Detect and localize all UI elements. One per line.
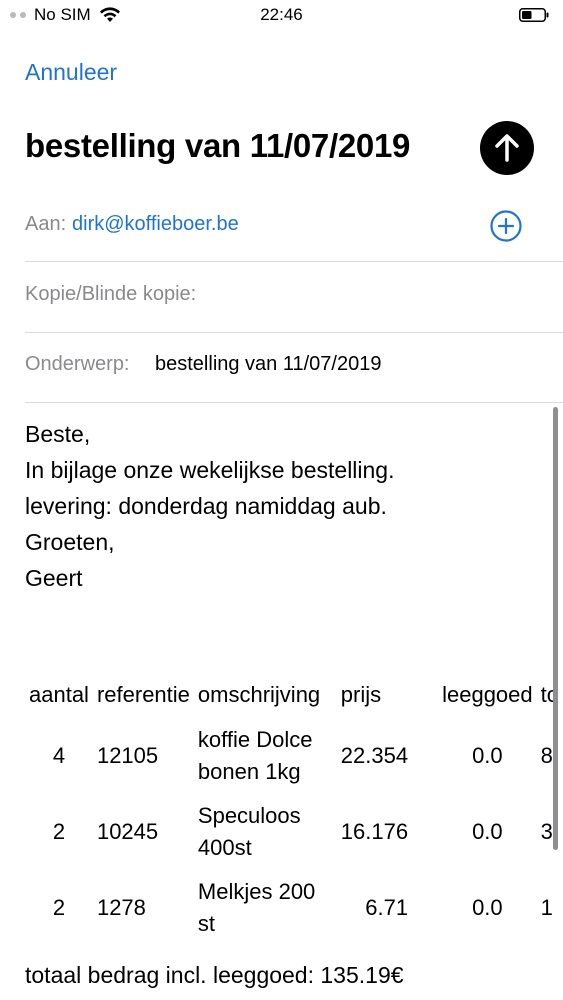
- cell-leeggoed: 0.0: [472, 819, 503, 844]
- to-recipient[interactable]: dirk@koffieboer.be: [72, 213, 239, 236]
- cell-prijs: 22.354: [340, 743, 409, 768]
- subject-input[interactable]: bestelling van 11/07/2019: [155, 353, 381, 376]
- order-table: aantal referentie omschrijving prijs lee…: [25, 678, 563, 946]
- table-row: 2 10245 Speculoos 400st 16.176 0.0 3: [25, 794, 563, 870]
- send-button[interactable]: [480, 121, 534, 175]
- status-bar: No SIM 22:46: [0, 0, 563, 32]
- table-header-row: aantal referentie omschrijving prijs lee…: [25, 678, 563, 718]
- cell-prijs: 16.176: [340, 819, 409, 844]
- subject-label: Onderwerp:: [25, 353, 130, 375]
- cell-omschrijving: Speculoos 400st: [197, 803, 301, 860]
- status-time: 22:46: [260, 5, 303, 24]
- cell-totaal: 8: [540, 743, 553, 768]
- table-row: 2 1278 Melkjes 200 st 6.71 0.0 1: [25, 870, 563, 946]
- column-header: referentie: [96, 682, 190, 707]
- to-field-row[interactable]: Aan: dirk@koffieboer.be: [25, 191, 563, 262]
- cell-leeggoed: 0.0: [472, 895, 503, 920]
- table-row: 4 12105 koffie Dolce bonen 1kg 22.354 0.…: [25, 718, 563, 794]
- cancel-button[interactable]: Annuleer: [25, 59, 117, 86]
- cell-aantal: 2: [52, 895, 66, 920]
- column-header: omschrijving: [197, 682, 321, 707]
- body-line: levering: donderdag namiddag aub.: [25, 493, 387, 519]
- body-line: Groeten,: [25, 529, 115, 555]
- column-header: to: [540, 682, 559, 707]
- arrow-up-icon: [495, 134, 519, 162]
- cell-leeggoed: 0.0: [472, 743, 503, 768]
- compose-title: bestelling van 11/07/2019: [25, 127, 411, 164]
- cell-aantal: 2: [52, 819, 66, 844]
- subject-field-row[interactable]: Onderwerp: bestelling van 11/07/2019: [25, 332, 563, 403]
- cell-omschrijving: Melkjes 200 st: [197, 879, 316, 936]
- cc-field-row[interactable]: Kopie/Blinde kopie:: [25, 262, 563, 333]
- vertical-scrollbar[interactable]: [553, 407, 558, 850]
- cell-prijs: 6.71: [365, 895, 409, 920]
- cell-totaal: 1: [540, 895, 553, 920]
- column-header: aantal: [29, 682, 89, 707]
- body-line: Geert: [25, 565, 83, 591]
- column-header: prijs: [340, 682, 382, 707]
- column-header: leeggoed: [442, 682, 533, 707]
- battery-icon: [519, 8, 549, 22]
- cell-referentie: 10245: [96, 819, 159, 844]
- cell-referentie: 12105: [96, 743, 159, 768]
- cc-label: Kopie/Blinde kopie:: [25, 283, 197, 305]
- cell-totaal: 3: [540, 819, 553, 844]
- body-line: In bijlage onze wekelijkse bestelling.: [25, 457, 395, 483]
- to-label: Aan:: [25, 213, 67, 235]
- body-line: Beste,: [25, 421, 91, 447]
- plus-circle-icon[interactable]: [490, 210, 522, 242]
- cell-omschrijving: koffie Dolce bonen 1kg: [197, 727, 313, 784]
- cell-aantal: 4: [52, 743, 66, 768]
- message-body[interactable]: Beste, In bijlage onze wekelijkse bestel…: [25, 416, 395, 596]
- order-total: totaal bedrag incl. leeggoed: 135.19€: [25, 962, 404, 988]
- cell-referentie: 1278: [96, 895, 146, 920]
